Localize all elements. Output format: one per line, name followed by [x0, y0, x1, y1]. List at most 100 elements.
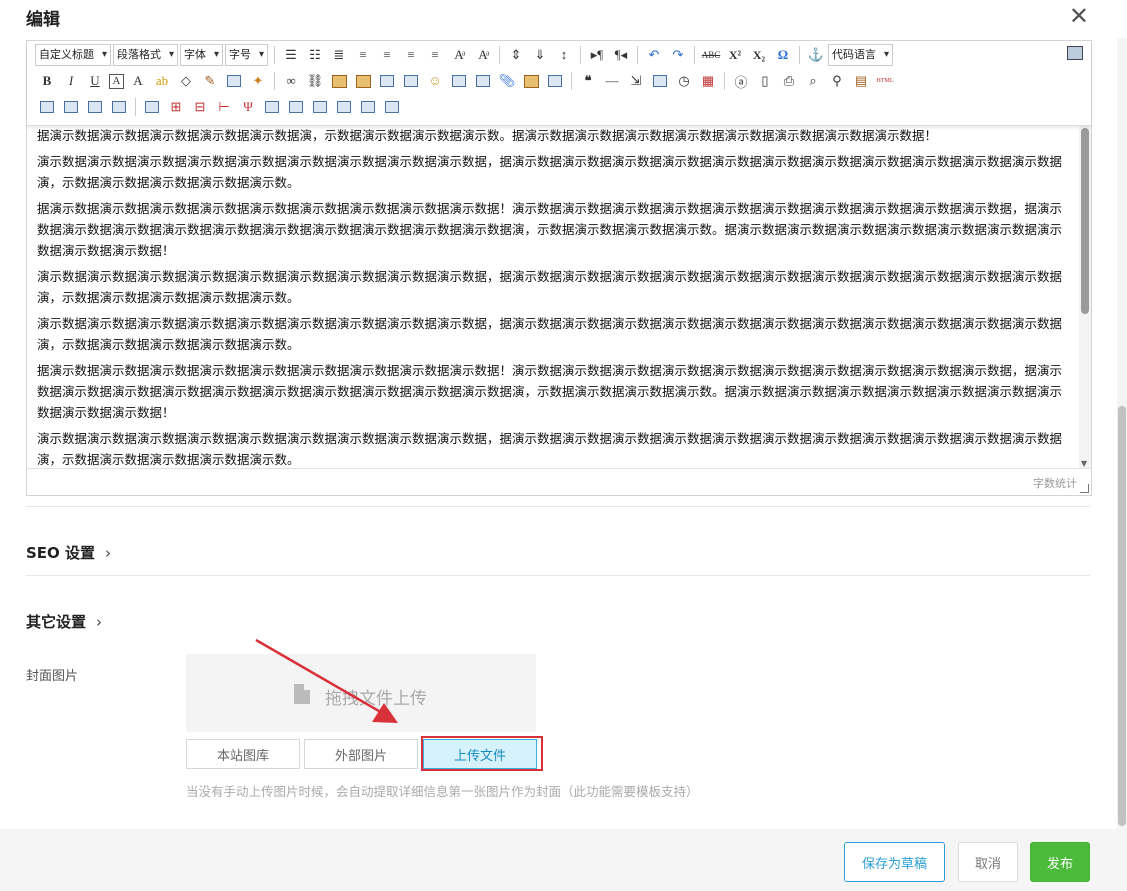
- table-icon[interactable]: [473, 71, 493, 91]
- paragraph-spacing-icon[interactable]: ↕: [554, 45, 574, 65]
- paragraph-format-select[interactable]: 段落格式: [113, 44, 178, 66]
- paste-plain-icon[interactable]: [224, 71, 244, 91]
- unlink-icon[interactable]: ⛓: [305, 71, 325, 91]
- preview-icon[interactable]: ⌕: [803, 71, 823, 91]
- editor-content[interactable]: 据演示数据演示数据演示数据演示数据演示数据演，示数据演示数据演示数据演示数。据演…: [27, 126, 1079, 468]
- attachment-icon[interactable]: 📎︎: [497, 71, 517, 91]
- seo-section-toggle[interactable]: SEO 设置 ›: [26, 542, 111, 563]
- split-cols-icon[interactable]: [382, 97, 402, 117]
- insert-row-icon[interactable]: ⊟: [190, 97, 210, 117]
- eraser-icon[interactable]: ◇: [176, 71, 196, 91]
- special-char-icon[interactable]: Ω: [773, 45, 793, 65]
- merge-cells-icon[interactable]: [262, 97, 282, 117]
- rich-text-editor[interactable]: 自定义标题 段落格式 字体 字号 ☰ ☷ ≣ ≡ ≡ ≡ ≡ Aͣ Aͣ ⇕ ⇓…: [26, 40, 1092, 496]
- resize-handle-icon[interactable]: [1080, 484, 1089, 493]
- anchor-icon[interactable]: ⚓: [806, 45, 826, 65]
- align-justify-icon[interactable]: ≡: [425, 45, 445, 65]
- font-decrease-icon[interactable]: Aͣ: [473, 45, 493, 65]
- date-icon[interactable]: ▦: [698, 71, 718, 91]
- image-none-icon[interactable]: [37, 97, 57, 117]
- time-icon[interactable]: ◷: [674, 71, 694, 91]
- bold-icon[interactable]: B: [37, 71, 57, 91]
- font-color-icon[interactable]: A: [128, 71, 148, 91]
- indent-icon[interactable]: ≣: [329, 45, 349, 65]
- merge-right-icon[interactable]: [286, 97, 306, 117]
- split-rows-icon[interactable]: [358, 97, 378, 117]
- print-icon[interactable]: ⎙: [779, 71, 799, 91]
- rtl-icon[interactable]: ¶◂: [611, 45, 631, 65]
- row-spacing-icon[interactable]: ⇓: [530, 45, 550, 65]
- editor-paragraph[interactable]: 据演示数据演示数据演示数据演示数据演示数据演示数据演示数据演示数据演示数据！演示…: [37, 198, 1071, 261]
- font-border-icon[interactable]: A: [109, 73, 124, 89]
- html-source-icon[interactable]: HTML: [875, 71, 895, 91]
- table-title-icon[interactable]: ⊞: [166, 97, 186, 117]
- redo-icon[interactable]: ↷: [668, 45, 688, 65]
- format-brush-icon[interactable]: ✎: [200, 71, 220, 91]
- draft-icon[interactable]: ▤: [851, 71, 871, 91]
- fullscreen-icon[interactable]: [1067, 46, 1083, 60]
- font-family-select[interactable]: 字体: [180, 44, 223, 66]
- dialog-scrollbar[interactable]: [1117, 38, 1127, 829]
- editor-scroll-thumb[interactable]: [1081, 128, 1089, 314]
- multi-image-icon[interactable]: [353, 71, 373, 91]
- split-cells-icon[interactable]: [334, 97, 354, 117]
- font-increase-icon[interactable]: Aͣ: [449, 45, 469, 65]
- external-image-button[interactable]: 外部图片: [304, 739, 418, 769]
- editor-paragraph[interactable]: 演示数据演示数据演示数据演示数据演示数据演示数据演示数据演示数据演示数据，据演示…: [37, 428, 1071, 468]
- align-right-icon[interactable]: ≡: [401, 45, 421, 65]
- superscript-icon[interactable]: X²: [725, 45, 745, 65]
- underline-icon[interactable]: U: [85, 71, 105, 91]
- strikethrough-icon[interactable]: ABC: [701, 45, 721, 65]
- search-replace-icon[interactable]: ⓐ: [731, 71, 751, 91]
- editor-paragraph[interactable]: 演示数据演示数据演示数据演示数据演示数据演示数据演示数据演示数据演示数据，据演示…: [37, 313, 1071, 355]
- other-section-toggle[interactable]: 其它设置 ›: [26, 611, 102, 632]
- page-break-icon[interactable]: ⇲: [626, 71, 646, 91]
- find-icon[interactable]: ⚲: [827, 71, 847, 91]
- heading-select[interactable]: 自定义标题: [35, 44, 111, 66]
- editor-paragraph[interactable]: 演示数据演示数据演示数据演示数据演示数据演示数据演示数据演示数据演示数据，据演示…: [37, 151, 1071, 193]
- publish-button[interactable]: 发布: [1030, 842, 1090, 882]
- merge-down-icon[interactable]: [310, 97, 330, 117]
- save-draft-button[interactable]: 保存为草稿: [844, 842, 945, 882]
- unordered-list-icon[interactable]: ☷: [305, 45, 325, 65]
- close-icon[interactable]: ✕: [1069, 4, 1089, 28]
- line-height-icon[interactable]: ⇕: [506, 45, 526, 65]
- code-language-select[interactable]: 代码语言: [828, 44, 893, 66]
- dialog-scroll-thumb[interactable]: [1118, 406, 1126, 826]
- italic-icon[interactable]: I: [61, 71, 81, 91]
- word-image-icon[interactable]: [377, 71, 397, 91]
- insert-table-icon[interactable]: [142, 97, 162, 117]
- subscript-icon[interactable]: X₂: [749, 45, 769, 65]
- delete-row-icon[interactable]: Ψ: [238, 97, 258, 117]
- scroll-down-icon[interactable]: ▼: [1081, 459, 1087, 468]
- image-left-icon[interactable]: [61, 97, 81, 117]
- file-dropzone[interactable]: 拖拽文件上传: [186, 654, 536, 732]
- editor-paragraph[interactable]: 据演示数据演示数据演示数据演示数据演示数据演示数据演示数据演示数据演示数据！演示…: [37, 360, 1071, 423]
- iframe-icon[interactable]: [545, 71, 565, 91]
- undo-icon[interactable]: ↶: [644, 45, 664, 65]
- template-icon[interactable]: [650, 71, 670, 91]
- map-icon[interactable]: [521, 71, 541, 91]
- blockquote-icon[interactable]: ❝: [578, 71, 598, 91]
- align-center-icon[interactable]: ≡: [377, 45, 397, 65]
- ordered-list-icon[interactable]: ☰: [281, 45, 301, 65]
- auto-format-icon[interactable]: ✦: [248, 71, 268, 91]
- highlight-color-icon[interactable]: ab: [152, 71, 172, 91]
- horizontal-rule-icon[interactable]: —: [602, 71, 622, 91]
- align-left-icon[interactable]: ≡: [353, 45, 373, 65]
- image-icon[interactable]: [329, 71, 349, 91]
- image-center-icon[interactable]: [109, 97, 129, 117]
- new-doc-icon[interactable]: ▯: [755, 71, 775, 91]
- ltr-icon[interactable]: ▸¶: [587, 45, 607, 65]
- image-right-icon[interactable]: [85, 97, 105, 117]
- site-library-button[interactable]: 本站图库: [186, 739, 300, 769]
- editor-paragraph[interactable]: 据演示数据演示数据演示数据演示数据演示数据演，示数据演示数据演示数据演示数。据演…: [37, 126, 1071, 146]
- link-icon[interactable]: ∞: [281, 71, 301, 91]
- insert-col-icon[interactable]: ⊢: [214, 97, 234, 117]
- word-doc-icon[interactable]: [401, 71, 421, 91]
- editor-paragraph[interactable]: 演示数据演示数据演示数据演示数据演示数据演示数据演示数据演示数据演示数据，据演示…: [37, 266, 1071, 308]
- emotion-icon[interactable]: ☺: [425, 71, 445, 91]
- cancel-button[interactable]: 取消: [958, 842, 1018, 882]
- font-size-select[interactable]: 字号: [225, 44, 268, 66]
- editor-scrollbar[interactable]: ▼: [1079, 126, 1091, 468]
